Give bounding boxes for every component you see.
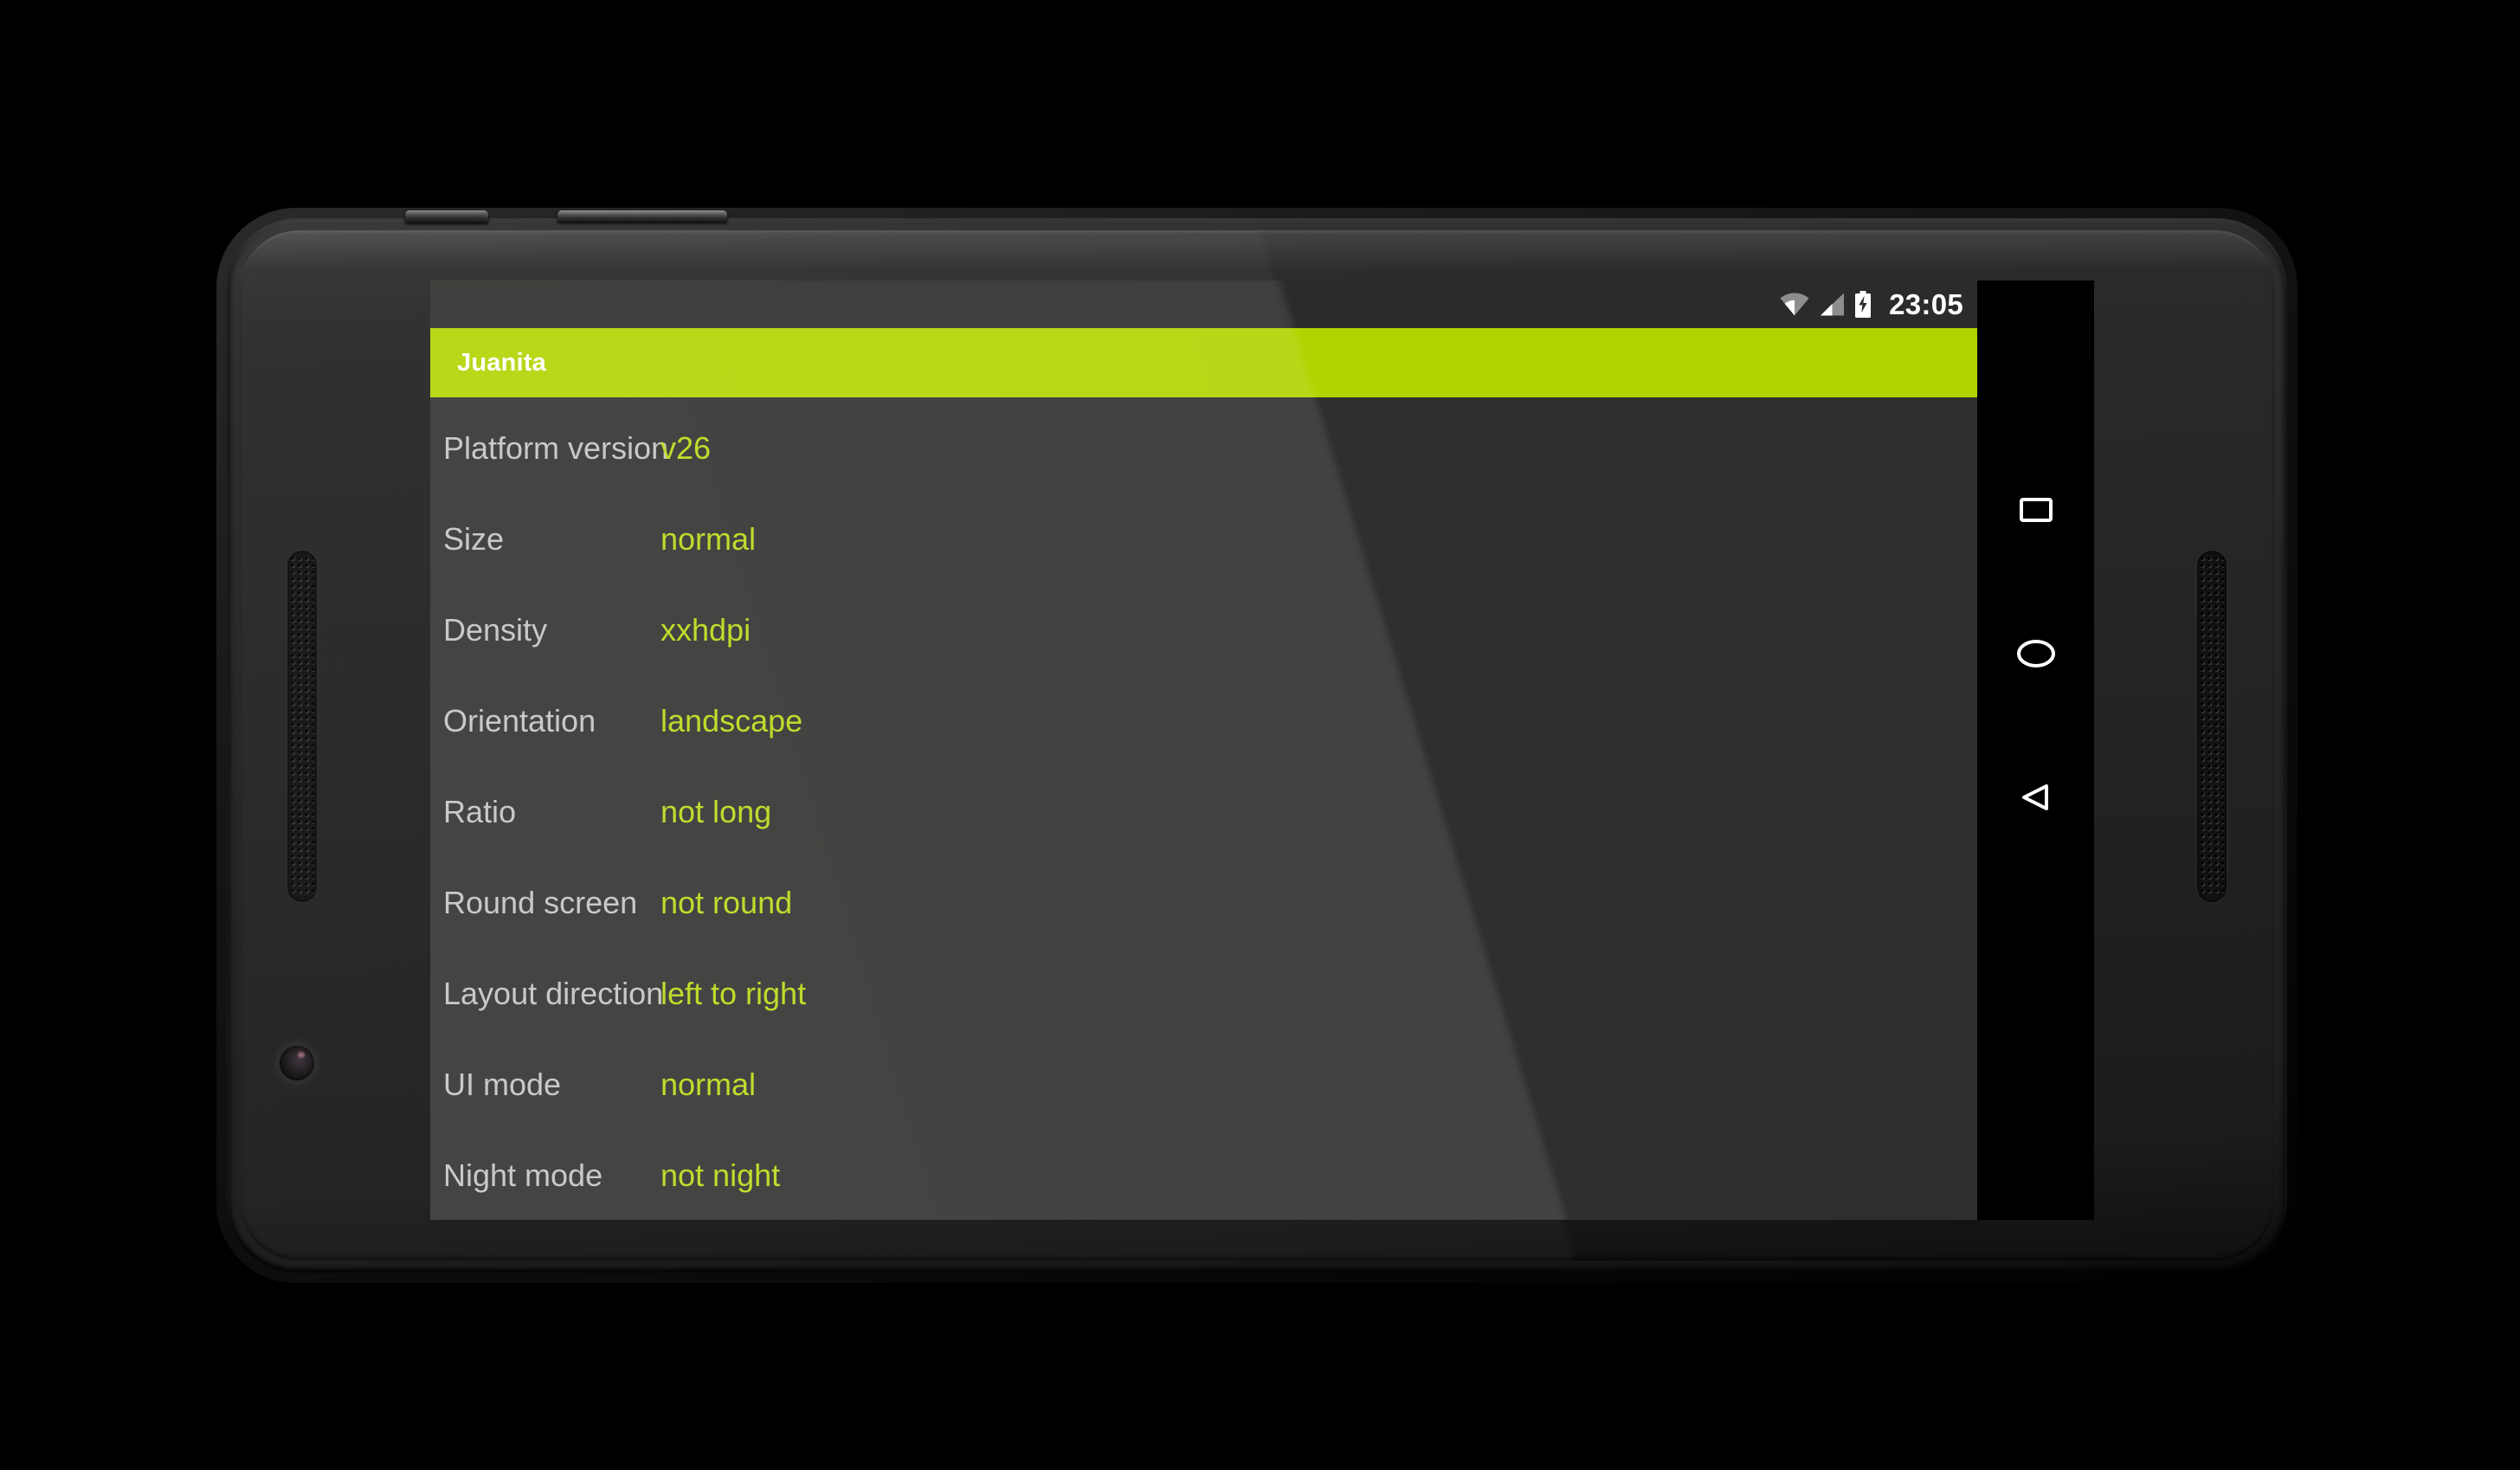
config-value: landscape	[661, 702, 803, 738]
config-label: Platform version	[443, 429, 669, 466]
speaker-grille-left	[287, 551, 317, 902]
recents-button[interactable]	[1977, 458, 2094, 562]
glass-top-sheen	[239, 230, 2275, 270]
config-value: left to right	[661, 975, 807, 1011]
config-label: Size	[443, 520, 505, 557]
config-value: v26	[661, 429, 712, 466]
triangle-left-icon	[2021, 784, 2048, 810]
android-device-mockup: 23:05 Juanita Platform version v26 Size …	[216, 208, 2298, 1283]
app-title: Juanita	[457, 348, 546, 377]
device-front-glass: 23:05 Juanita Platform version v26 Size …	[239, 230, 2275, 1260]
table-row: Round screen not round	[430, 857, 1977, 948]
table-row: Night mode not night	[430, 1130, 1977, 1220]
status-bar-clock: 23:05	[1889, 288, 1963, 320]
table-row: Orientation landscape	[430, 675, 1977, 766]
cellular-signal-icon	[1821, 293, 1845, 316]
circle-icon	[2016, 640, 2055, 667]
back-button[interactable]	[1977, 745, 2094, 849]
config-value: normal	[661, 1066, 757, 1102]
table-row: Size normal	[430, 493, 1977, 584]
battery-charging-icon	[1855, 291, 1872, 318]
config-value: not round	[661, 884, 793, 920]
table-row: Ratio not long	[430, 766, 1977, 857]
config-value: not night	[661, 1157, 781, 1193]
config-label: Density	[443, 611, 548, 648]
config-label: Ratio	[443, 793, 517, 829]
device-screen: 23:05 Juanita Platform version v26 Size …	[430, 280, 2094, 1220]
config-label: Orientation	[443, 702, 596, 738]
power-button[interactable]	[405, 210, 488, 222]
wifi-icon	[1780, 293, 1809, 316]
device-config-list: Platform version v26 Size normal Density…	[430, 397, 1977, 1220]
config-label: Night mode	[443, 1157, 603, 1193]
square-icon	[2019, 498, 2053, 522]
app-viewport: 23:05 Juanita Platform version v26 Size …	[430, 280, 1977, 1220]
screenshot-canvas: 23:05 Juanita Platform version v26 Size …	[0, 0, 2520, 1470]
volume-rocker-button[interactable]	[557, 210, 727, 222]
config-label: Round screen	[443, 884, 638, 920]
table-row: UI mode normal	[430, 1039, 1977, 1130]
status-bar-icons: 23:05	[1780, 290, 1963, 319]
home-button[interactable]	[1977, 602, 2094, 706]
config-label: Layout direction	[443, 975, 664, 1011]
config-value: normal	[661, 520, 757, 557]
table-row: Layout direction left to right	[430, 948, 1977, 1039]
config-label: UI mode	[443, 1066, 562, 1102]
config-value: not long	[661, 793, 772, 829]
config-value: xxhdpi	[661, 611, 751, 648]
front-camera-icon	[280, 1046, 314, 1080]
status-bar: 23:05	[430, 280, 1977, 328]
android-navigation-bar	[1977, 280, 2094, 1220]
speaker-grille-right	[2197, 551, 2227, 902]
table-row: Platform version v26	[430, 403, 1977, 493]
table-row: Density xxhdpi	[430, 584, 1977, 675]
app-action-bar: Juanita	[430, 328, 1977, 397]
